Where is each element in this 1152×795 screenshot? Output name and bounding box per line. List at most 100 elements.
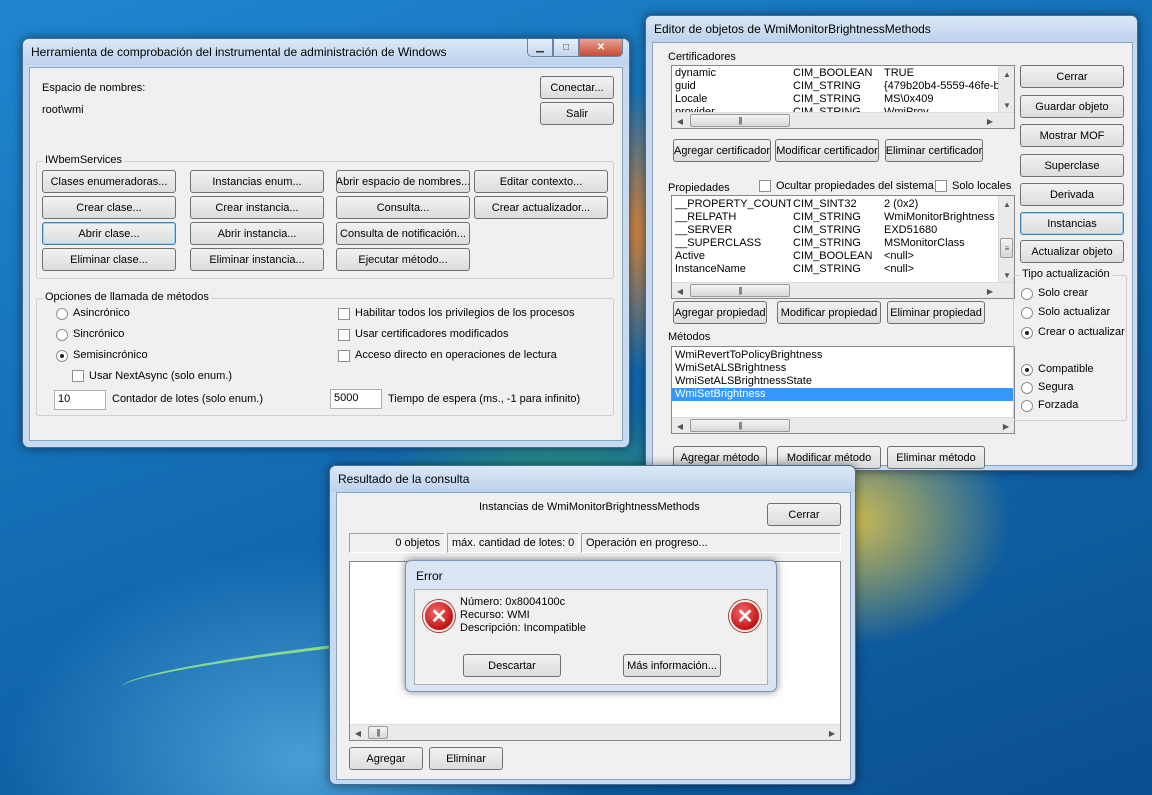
dismiss-button[interactable]: Descartar [463,654,561,677]
modified-certs-checkbox[interactable] [338,329,350,341]
create-refresher-button[interactable]: Crear actualizador... [474,196,608,219]
radio-async[interactable] [56,308,68,320]
close-editor-button[interactable]: Cerrar [1020,65,1124,88]
editor-window-title: Editor de objetos de WmiMonitorBrightnes… [654,22,931,36]
add-result-button[interactable]: Agregar [349,747,423,770]
timeout-input[interactable]: 5000 [330,389,382,409]
radio-create-only[interactable] [1021,288,1033,300]
scroll-right-icon[interactable]: ▶ [998,418,1014,433]
scroll-right-icon[interactable]: ▶ [982,283,998,298]
list-item[interactable]: guid CIM_STRING {479b20b4-5559-46fe-be [672,80,1014,93]
radio-create-or-update[interactable] [1021,327,1033,339]
create-instance-button[interactable]: Crear instancia... [190,196,324,219]
scroll-right-icon[interactable]: ▶ [824,725,840,740]
scroll-left-icon[interactable]: ◀ [672,113,688,128]
list-item[interactable]: WmiSetALSBrightness [672,362,1014,375]
instances-button[interactable]: Instancias [1020,212,1124,235]
notification-query-button[interactable]: Consulta de notificación... [336,222,470,245]
error-icon: ✕ [423,600,455,632]
methods-list[interactable]: WmiRevertToPolicyBrightness WmiSetALSBri… [671,346,1015,434]
radio-compatible[interactable] [1021,364,1033,376]
radio-sync[interactable] [56,329,68,341]
properties-vscroll[interactable]: ▲ ≡ ▼ [998,196,1014,283]
qualifiers-list[interactable]: dynamic CIM_BOOLEAN TRUE guid CIM_STRING {47… [671,65,1015,129]
delete-method-button[interactable]: Eliminar método [887,446,985,469]
show-mof-button[interactable]: Mostrar MOF [1020,124,1124,147]
connect-button[interactable]: Conectar... [540,76,614,99]
use-nextasync-checkbox[interactable] [72,370,84,382]
list-item[interactable]: WmiSetALSBrightnessState [672,375,1014,388]
save-object-button[interactable]: Guardar objeto [1020,95,1124,118]
delete-qualifier-button[interactable]: Eliminar certificador [885,139,983,162]
close-button[interactable]: ✕ [579,39,623,57]
enable-privileges-checkbox[interactable] [338,308,350,320]
open-class-button[interactable]: Abrir clase... [42,222,176,245]
open-namespace-button[interactable]: Abrir espacio de nombres... [336,170,470,193]
table-row[interactable]: __RELPATH CIM_STRING WmiMonitorBrightnessM [672,211,1014,224]
properties-hscroll[interactable]: ◀ ||| ▶ [672,282,1014,298]
scroll-thumb[interactable]: ||| [690,284,790,297]
table-row[interactable]: InstanceName CIM_STRING <null> [672,263,1014,276]
execute-method-button[interactable]: Ejecutar método... [336,248,470,271]
table-row[interactable]: __SUPERCLASS CIM_STRING MSMonitorClass [672,237,1014,250]
properties-list[interactable]: __PROPERTY_COUNT CIM_SINT32 2 (0x2) __RELP… [671,195,1015,299]
local-only-checkbox[interactable] [935,180,947,192]
scroll-up-icon[interactable]: ▲ [999,66,1014,82]
maximize-button[interactable]: □ [553,39,579,57]
query-button[interactable]: Consulta... [336,196,470,219]
list-item-selected[interactable]: WmiSetBrightness [672,388,1014,401]
table-row[interactable]: __PROPERTY_COUNT CIM_SINT32 2 (0x2) [672,198,1014,211]
table-row[interactable]: __SERVER CIM_STRING EXD51680 [672,224,1014,237]
delete-class-button[interactable]: Eliminar clase... [42,248,176,271]
modify-property-button[interactable]: Modificar propiedad [777,301,881,324]
hide-system-props-checkbox[interactable] [759,180,771,192]
radio-semisync[interactable] [56,350,68,362]
enum-instances-button[interactable]: Instancias enum... [190,170,324,193]
add-qualifier-button[interactable]: Agregar certificador [673,139,771,162]
enum-classes-button[interactable]: Clases enumeradoras... [42,170,176,193]
add-property-button[interactable]: Agregar propiedad [673,301,767,324]
result-titlebar[interactable]: Resultado de la consulta [330,466,855,492]
close-result-button[interactable]: Cerrar [767,503,841,526]
editor-titlebar[interactable]: Editor de objetos de WmiMonitorBrightnes… [646,16,1137,42]
delete-property-button[interactable]: Eliminar propiedad [887,301,985,324]
more-info-button[interactable]: Más información... [623,654,721,677]
direct-access-checkbox[interactable] [338,350,350,362]
open-instance-button[interactable]: Abrir instancia... [190,222,324,245]
error-client-area: ✕ Número: 0x8004100c Recurso: WMI Descri… [414,589,768,685]
superclass-button[interactable]: Superclase [1020,154,1124,177]
list-item[interactable]: Locale CIM_STRING MS\0x409 [672,93,1014,106]
delete-result-button[interactable]: Eliminar [429,747,503,770]
batch-count-input[interactable]: 10 [54,390,106,410]
qualifiers-vscroll[interactable]: ▲ ▼ [998,66,1014,113]
qualifiers-hscroll[interactable]: ◀ ||| ▶ [672,112,1014,128]
scroll-left-icon[interactable]: ◀ [672,418,688,433]
derived-button[interactable]: Derivada [1020,183,1124,206]
modify-qualifier-button[interactable]: Modificar certificador [775,139,879,162]
exit-button[interactable]: Salir [540,102,614,125]
scroll-thumb[interactable]: ||| [690,419,790,432]
methods-hscroll[interactable]: ◀ ||| ▶ [672,417,1014,433]
radio-forced[interactable] [1021,400,1033,412]
scroll-left-icon[interactable]: ◀ [672,283,688,298]
scroll-thumb[interactable]: ||| [368,726,388,739]
minimize-button[interactable]: ▁ [527,39,553,57]
create-class-button[interactable]: Crear clase... [42,196,176,219]
main-titlebar[interactable]: Herramienta de comprobación del instrume… [23,39,629,65]
edit-context-button[interactable]: Editar contexto... [474,170,608,193]
table-row[interactable]: Active CIM_BOOLEAN <null> [672,250,1014,263]
list-item[interactable]: dynamic CIM_BOOLEAN TRUE [672,67,1014,80]
scroll-up-icon[interactable]: ▲ [999,196,1014,212]
operation-status: Operación en progreso... [581,533,841,553]
list-item[interactable]: WmiRevertToPolicyBrightness [672,349,1014,362]
radio-update-only[interactable] [1021,307,1033,319]
scroll-thumb[interactable]: ≡ [1000,238,1013,258]
scroll-down-icon[interactable]: ▼ [999,97,1014,113]
results-hscroll[interactable]: ◀ ||| ▶ [350,724,840,740]
scroll-left-icon[interactable]: ◀ [350,725,366,740]
delete-instance-button[interactable]: Eliminar instancia... [190,248,324,271]
scroll-right-icon[interactable]: ▶ [982,113,998,128]
radio-safe[interactable] [1021,382,1033,394]
scroll-thumb[interactable]: ||| [690,114,790,127]
refresh-object-button[interactable]: Actualizar objeto [1020,240,1124,263]
